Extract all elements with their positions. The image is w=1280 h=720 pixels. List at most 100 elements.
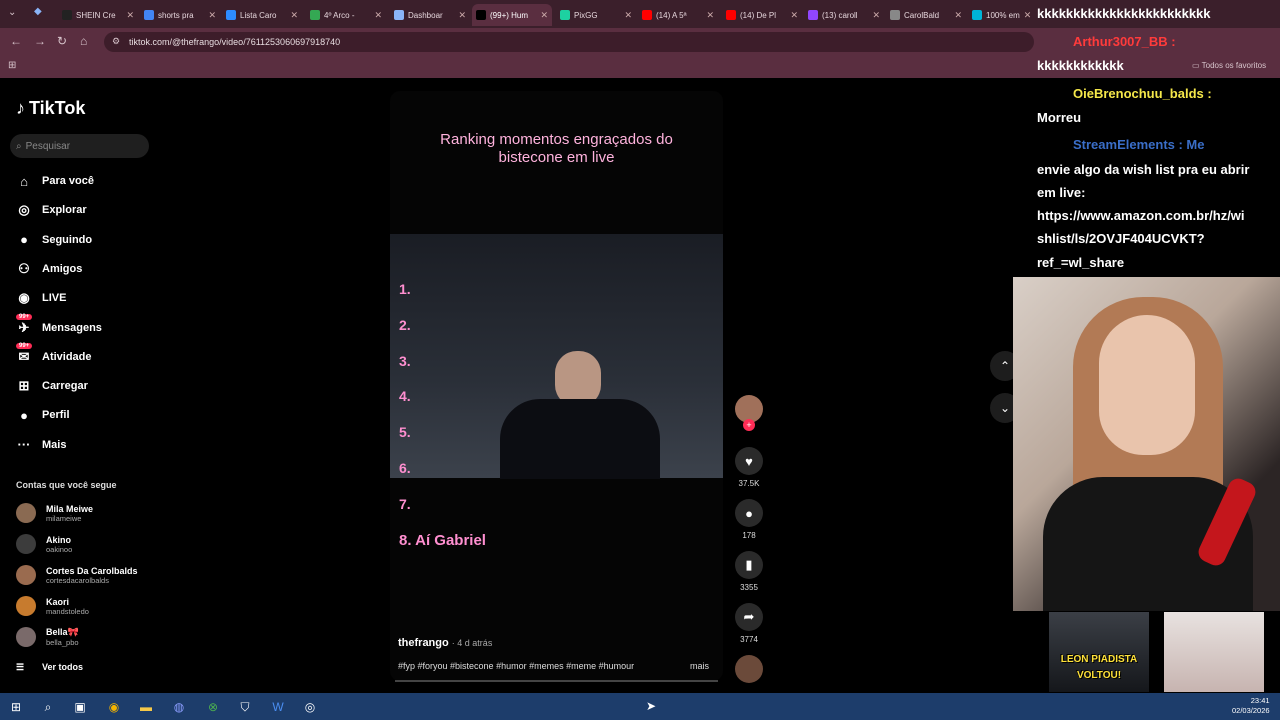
back-icon[interactable]: ← bbox=[10, 34, 22, 48]
browser-tab[interactable]: (13) caroll ✕ bbox=[804, 4, 884, 26]
sidebar-item[interactable]: ⚇ Amigos bbox=[16, 259, 82, 279]
video-title-line-2: bistecone em live bbox=[498, 149, 615, 166]
profile-avatar-icon: ● bbox=[20, 407, 28, 423]
browser-tab[interactable]: Dashboar ✕ bbox=[390, 4, 470, 26]
comment-button[interactable]: ● 178 bbox=[735, 499, 763, 540]
tab-close-icon[interactable]: ✕ bbox=[458, 10, 466, 21]
tab-label: SHEIN Cre bbox=[76, 10, 116, 20]
browser-tab[interactable]: shorts pra ✕ bbox=[140, 4, 220, 26]
favorites-folder[interactable]: ▭ Todos os favoritos bbox=[1192, 61, 1266, 70]
task-view-icon[interactable]: ▣ bbox=[72, 699, 88, 715]
tab-close-icon[interactable]: ✕ bbox=[290, 10, 298, 21]
search-taskbar-icon[interactable]: ⌕ bbox=[40, 699, 56, 715]
sidebar-item-label: Seguindo bbox=[42, 233, 93, 246]
sidebar-item[interactable]: ✉ Atividade bbox=[16, 347, 92, 367]
tiktok-logo[interactable]: ♪ TikTok bbox=[16, 98, 85, 119]
browser-tab[interactable]: 100% em ✕ bbox=[968, 4, 1032, 26]
ranking-item: 2. bbox=[399, 316, 411, 333]
followed-account[interactable]: Bella🎀 bella_pbo bbox=[16, 627, 79, 647]
xbox-icon[interactable]: ⊗ bbox=[205, 699, 221, 715]
browser-tab[interactable]: (14) A 5ª ✕ bbox=[638, 4, 718, 26]
followed-account[interactable]: Cortes Da Carolbalds cortesdacarolbalds bbox=[16, 565, 138, 585]
file-explorer-icon[interactable]: ▬ bbox=[138, 699, 154, 715]
pinned-tab-icon[interactable]: ◆ bbox=[34, 6, 42, 17]
chrome-icon[interactable]: ◉ bbox=[106, 699, 122, 715]
site-info-icon[interactable]: ⚙ bbox=[112, 36, 120, 47]
forward-icon[interactable]: → bbox=[34, 34, 46, 48]
stream-chat-line: Morreu bbox=[1037, 110, 1082, 125]
tab-close-icon[interactable]: ✕ bbox=[374, 10, 382, 21]
share-button[interactable]: ➦ 3774 bbox=[735, 603, 763, 644]
word-icon[interactable]: W bbox=[270, 699, 286, 715]
see-all-button[interactable]: ☰ Ver todos bbox=[16, 657, 83, 677]
browser-tab[interactable]: SHEIN Cre ✕ bbox=[58, 4, 138, 26]
like-button[interactable]: ♥ 37.5K bbox=[735, 447, 763, 488]
author-avatar-button[interactable]: + bbox=[735, 395, 763, 431]
more-button[interactable]: mais bbox=[690, 661, 709, 671]
url-text[interactable]: tiktok.com/@thefrango/video/761125306069… bbox=[129, 37, 340, 47]
sidebar-item-label: Atividade bbox=[42, 350, 92, 363]
sidebar-item[interactable]: ◎ Explorar bbox=[16, 200, 87, 220]
home-button-icon[interactable]: ⌂ bbox=[80, 34, 87, 48]
browser-tab[interactable]: PixGG ✕ bbox=[556, 4, 636, 26]
shield-icon[interactable]: ⛉ bbox=[237, 699, 253, 715]
chevron-down-icon: ⌄ bbox=[999, 401, 1011, 415]
obs-icon[interactable]: ◎ bbox=[302, 699, 318, 715]
sidebar-item-label: Amigos bbox=[42, 262, 83, 275]
sidebar-item[interactable]: ● Perfil bbox=[16, 405, 69, 425]
live-icon: ◉ bbox=[18, 290, 30, 306]
tab-close-icon[interactable]: ✕ bbox=[540, 10, 548, 21]
tab-label: (13) caroll bbox=[822, 10, 858, 20]
video-hashtags[interactable]: #fyp #foryou #bistecone #humor #memes #m… bbox=[398, 661, 634, 671]
stream-chat-line: kkkkkkkkkkkk bbox=[1037, 58, 1124, 73]
tab-close-icon[interactable]: ✕ bbox=[790, 10, 798, 21]
tab-search-icon[interactable]: ⌄ bbox=[8, 7, 16, 18]
video-player[interactable]: Ranking momentos engraçados do bistecone… bbox=[390, 91, 723, 681]
tab-favicon-icon bbox=[226, 10, 236, 20]
save-button[interactable]: ▮ 3355 bbox=[735, 551, 763, 592]
browser-tab[interactable]: (99+) Hum ✕ bbox=[472, 4, 552, 26]
discord-icon[interactable]: ◍ bbox=[171, 699, 187, 715]
ranking-item: 5. bbox=[399, 424, 411, 441]
compass-icon: ◎ bbox=[18, 202, 30, 218]
search-input[interactable]: ⌕ Pesquisar bbox=[10, 134, 149, 158]
tab-close-icon[interactable]: ✕ bbox=[706, 10, 714, 21]
sound-disc-button[interactable] bbox=[735, 655, 763, 683]
home-icon: ⌂ bbox=[20, 173, 28, 189]
stream-chat-line: ref_=wl_share bbox=[1037, 255, 1125, 270]
followed-account[interactable]: Mila Meiwe milameiwe bbox=[16, 503, 93, 523]
video-author[interactable]: thefrango · 4 d atrás bbox=[398, 637, 492, 649]
followed-account[interactable]: Akino oakinoo bbox=[16, 534, 72, 554]
video-progress-bar[interactable] bbox=[395, 680, 718, 682]
tab-close-icon[interactable]: ✕ bbox=[872, 10, 880, 21]
reload-icon[interactable]: ↻ bbox=[57, 34, 67, 48]
sidebar-item[interactable]: ··· Mais bbox=[16, 435, 67, 455]
browser-tab[interactable]: Lista Caro ✕ bbox=[222, 4, 302, 26]
search-placeholder: Pesquisar bbox=[25, 140, 71, 152]
account-name: Kaori bbox=[46, 596, 70, 607]
tab-close-icon[interactable]: ✕ bbox=[954, 10, 962, 21]
tab-close-icon[interactable]: ✕ bbox=[208, 10, 216, 21]
sidebar-item-label: Explorar bbox=[42, 204, 87, 217]
bookmark-icon: ▮ bbox=[735, 551, 763, 579]
browser-tab[interactable]: CarolBald ✕ bbox=[886, 4, 966, 26]
tab-favicon-icon bbox=[808, 10, 818, 20]
tab-close-icon[interactable]: ✕ bbox=[126, 10, 134, 21]
windows-start-icon[interactable]: ⊞ bbox=[8, 699, 24, 715]
tab-close-icon[interactable]: ✕ bbox=[1024, 10, 1032, 21]
sidebar-item[interactable]: ◉ LIVE bbox=[16, 288, 66, 308]
followed-account[interactable]: Kaori mandstoledo bbox=[16, 596, 89, 616]
sidebar-item[interactable]: ✈ Mensagens bbox=[16, 318, 102, 338]
video-title-line-1: Ranking momentos engraçados do bbox=[440, 131, 673, 148]
browser-tab[interactable]: (14) De Pl ✕ bbox=[722, 4, 802, 26]
sidebar-item[interactable]: ⊞ Carregar bbox=[16, 376, 88, 396]
follow-plus-icon[interactable]: + bbox=[743, 419, 755, 431]
browser-tab[interactable]: 4º Arco - ✕ bbox=[306, 4, 386, 26]
tab-close-icon[interactable]: ✕ bbox=[624, 10, 632, 21]
cam-face bbox=[1099, 315, 1195, 455]
system-clock[interactable]: 23:41 02/03/2026 bbox=[1232, 696, 1270, 716]
author-name[interactable]: thefrango bbox=[398, 637, 449, 649]
apps-icon[interactable]: ⊞ bbox=[8, 60, 16, 71]
sidebar-item[interactable]: ● Seguindo bbox=[16, 230, 92, 250]
sidebar-item[interactable]: ⌂ Para você bbox=[16, 171, 94, 191]
